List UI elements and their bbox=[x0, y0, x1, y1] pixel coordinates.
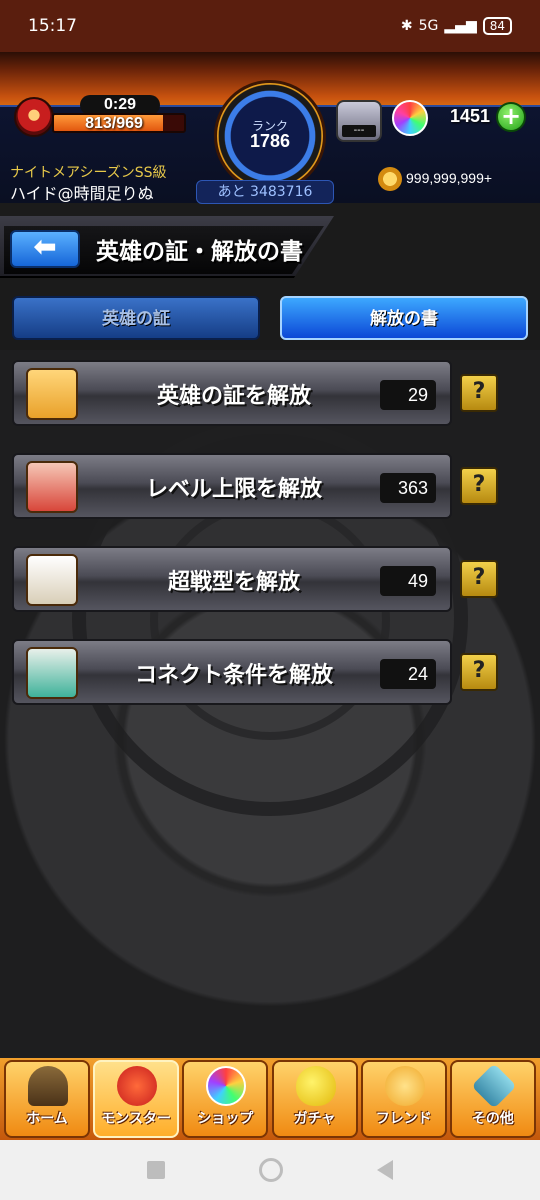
bottom-nav: ホーム モンスター ショップ ガチャ フレンド その他 bbox=[0, 1058, 540, 1140]
stamina-bar: 813/969 bbox=[52, 113, 186, 133]
row-count: 363 bbox=[380, 473, 436, 503]
shop-orb-icon bbox=[206, 1066, 247, 1106]
rank-value: 1786 bbox=[249, 131, 291, 151]
recent-apps-icon[interactable] bbox=[147, 1161, 165, 1179]
scroll-icon bbox=[26, 461, 78, 513]
nav-gacha[interactable]: ガチャ bbox=[271, 1060, 358, 1138]
friends-icon bbox=[384, 1066, 425, 1106]
nav-label: フレンド bbox=[375, 1111, 432, 1127]
network-type: 5G bbox=[418, 18, 439, 34]
other-icon bbox=[471, 1063, 517, 1109]
tab-release-book[interactable]: 解放の書 bbox=[280, 296, 528, 340]
home-button-icon[interactable] bbox=[259, 1158, 283, 1182]
item-box-value: --- bbox=[342, 125, 376, 137]
row-count: 49 bbox=[380, 566, 436, 596]
row-label: レベル上限を解放 bbox=[145, 477, 322, 502]
row-label: コネクト条件を解放 bbox=[134, 663, 333, 688]
rank-badge[interactable]: ランク 1786 bbox=[214, 80, 326, 192]
back-button[interactable]: ⬅ bbox=[10, 230, 80, 268]
nav-other[interactable]: その他 bbox=[449, 1060, 536, 1138]
help-button-connect[interactable]: ? bbox=[460, 653, 498, 691]
buy-orbs-button[interactable]: + bbox=[496, 102, 526, 132]
orb-icon bbox=[392, 100, 428, 136]
scroll-icon bbox=[26, 368, 78, 420]
release-row-super-battle[interactable]: 超戦型を解放 49 bbox=[12, 546, 452, 612]
monster-icon bbox=[117, 1066, 158, 1106]
nav-friend[interactable]: フレンド bbox=[360, 1060, 447, 1138]
row-label: 英雄の証を解放 bbox=[156, 384, 311, 409]
nav-label: その他 bbox=[471, 1111, 514, 1127]
row-count: 29 bbox=[380, 380, 436, 410]
stamina-timer: 0:29 bbox=[80, 95, 160, 115]
nav-label: ホーム bbox=[26, 1111, 68, 1127]
until-prefix: あと bbox=[217, 184, 246, 200]
nav-label: モンスター bbox=[101, 1111, 172, 1127]
coin-icon bbox=[378, 167, 402, 191]
nav-monster[interactable]: モンスター bbox=[93, 1060, 180, 1138]
nav-label: ガチャ bbox=[293, 1111, 336, 1127]
tab-hero-proof[interactable]: 英雄の証 bbox=[12, 296, 260, 340]
bluetooth-icon: ✱ bbox=[400, 18, 413, 34]
battery-level: 84 bbox=[482, 17, 512, 35]
back-icon[interactable] bbox=[377, 1160, 393, 1180]
username: ハイド@時間足りぬ bbox=[10, 184, 154, 203]
orb-count: 1451 bbox=[449, 106, 490, 126]
page-title: 英雄の証・解放の書 bbox=[96, 239, 303, 265]
signal-icon: ▂▄▆ bbox=[444, 18, 477, 34]
status-icons: ✱ 5G ▂▄▆ 84 bbox=[401, 17, 512, 35]
help-button-super-battle[interactable]: ? bbox=[460, 560, 498, 598]
release-row-connect[interactable]: コネクト条件を解放 24 bbox=[12, 639, 452, 705]
stamina-icon bbox=[14, 97, 54, 137]
season-rank: ナイトメアシーズンSS級 bbox=[10, 165, 167, 181]
status-time: 15:17 bbox=[28, 16, 77, 36]
nav-shop[interactable]: ショップ bbox=[182, 1060, 269, 1138]
release-row-level-cap[interactable]: レベル上限を解放 363 bbox=[12, 453, 452, 519]
scroll-icon bbox=[26, 554, 78, 606]
stamina-value: 813/969 bbox=[85, 115, 143, 132]
row-label: 超戦型を解放 bbox=[167, 570, 300, 595]
gacha-egg-icon bbox=[295, 1066, 336, 1106]
rank-exp-remaining: あと 3483716 bbox=[196, 180, 334, 204]
arrow-left-icon: ⬅ bbox=[33, 230, 57, 263]
status-bar: 15:17 ✱ 5G ▂▄▆ 84 bbox=[0, 0, 540, 52]
until-value: 3483716 bbox=[250, 184, 313, 200]
nav-label: ショップ bbox=[197, 1111, 254, 1127]
home-icon bbox=[28, 1066, 68, 1106]
release-row-hero-proof[interactable]: 英雄の証を解放 29 bbox=[12, 360, 452, 426]
help-button-level-cap[interactable]: ? bbox=[460, 467, 498, 505]
help-button-hero-proof[interactable]: ? bbox=[460, 374, 498, 412]
item-box-icon[interactable]: --- bbox=[336, 100, 382, 142]
row-count: 24 bbox=[380, 659, 436, 689]
nav-home[interactable]: ホーム bbox=[4, 1060, 90, 1138]
coin-count: 999,999,999+ bbox=[406, 170, 493, 186]
scroll-icon bbox=[26, 647, 78, 699]
system-nav-bar bbox=[0, 1140, 540, 1200]
